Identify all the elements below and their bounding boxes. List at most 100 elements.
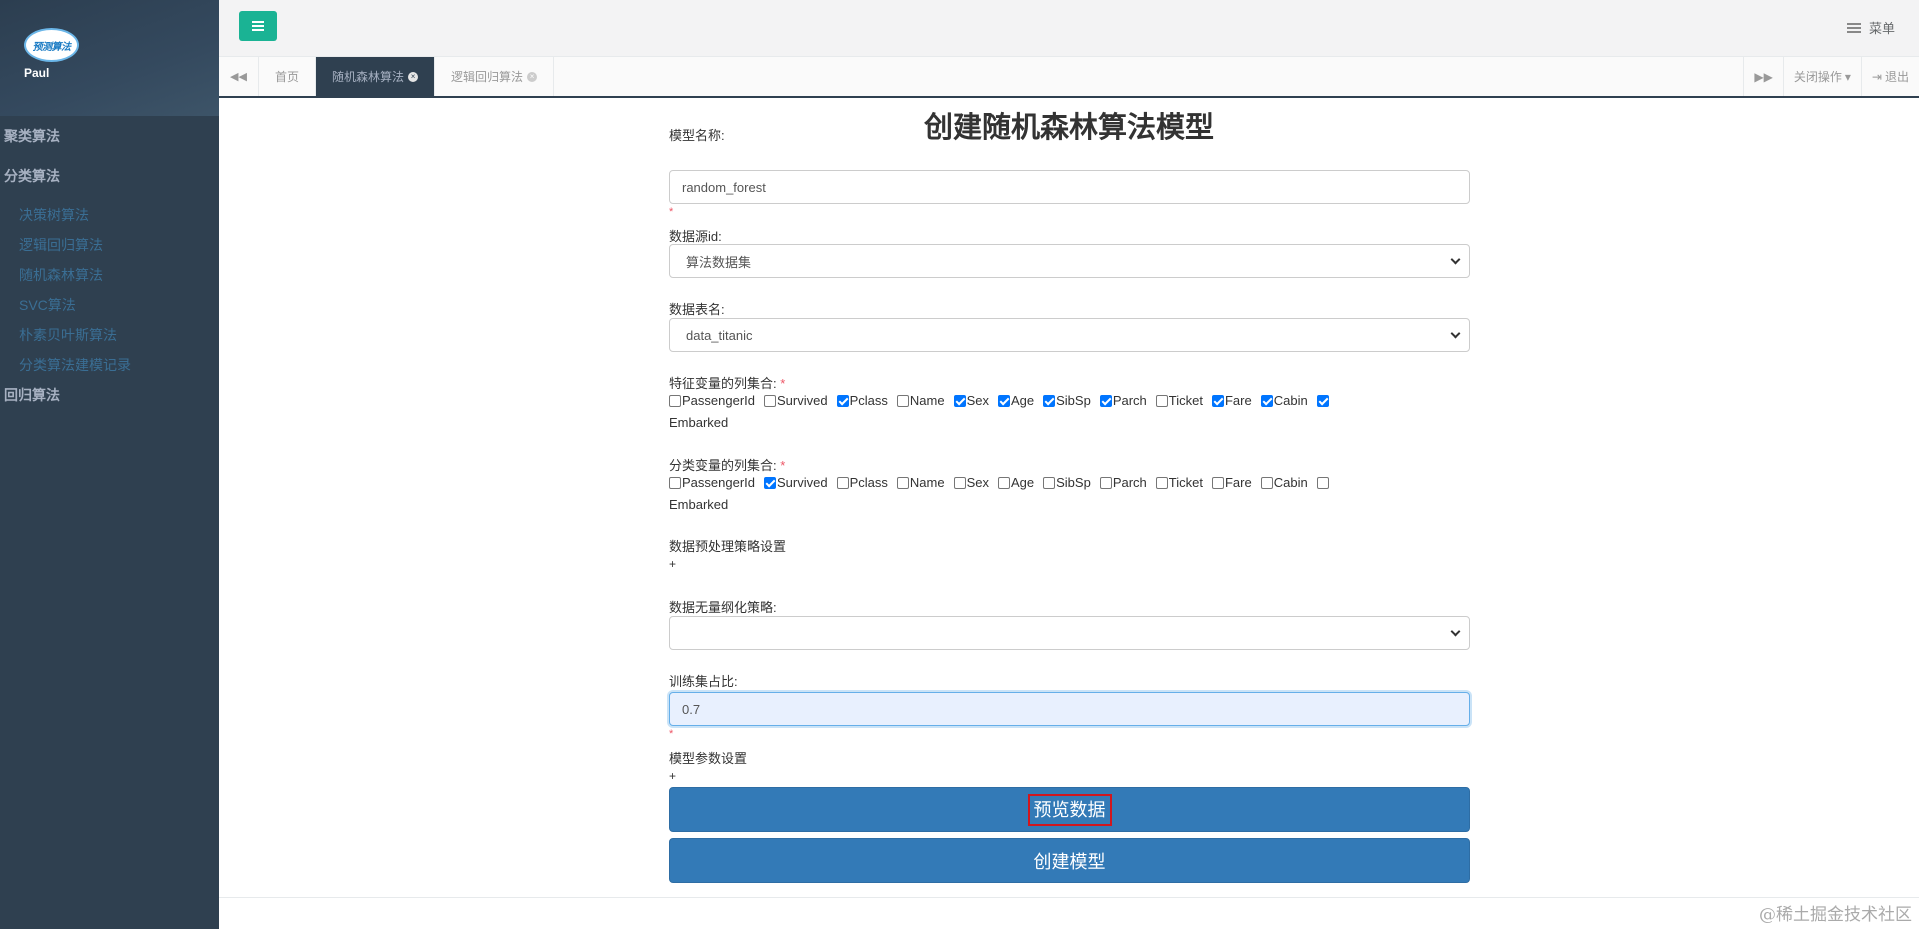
dimless-select[interactable]	[669, 616, 1470, 650]
feature-checkbox[interactable]: Fare	[1211, 391, 1252, 411]
checkbox-box[interactable]	[1316, 395, 1329, 407]
checkbox-box[interactable]	[836, 395, 849, 407]
tab-logistic-regression[interactable]: 逻辑回归算法 ×	[435, 57, 555, 96]
top-menu-label: 菜单	[1868, 21, 1895, 36]
feature-checkbox[interactable]: Name	[896, 391, 945, 411]
sidebar-item-naive-bayes[interactable]: 朴素贝叶斯算法	[0, 320, 219, 350]
footer-divider	[219, 897, 1919, 898]
target-checkbox[interactable]: SibSp	[1043, 473, 1091, 493]
checkbox-box[interactable]	[953, 477, 966, 489]
feature-checkbox[interactable]: Cabin	[1260, 391, 1308, 411]
checkbox-label: Embarked	[669, 415, 729, 430]
feature-checkbox[interactable]: Survived	[764, 391, 828, 411]
menu-toggle-button[interactable]	[239, 11, 277, 41]
checkbox-label: Age	[1010, 393, 1035, 408]
checkbox-box[interactable]	[1155, 395, 1168, 407]
tabs-right-actions: ▶▶ 关闭操作 ▾ ⇥ 退出	[1743, 57, 1919, 96]
add-params-button[interactable]: +	[669, 769, 676, 783]
checkbox-label: PassengerId	[682, 393, 755, 408]
table-select[interactable]: data_titanic	[669, 318, 1470, 352]
checkbox-label: Parch	[1112, 475, 1147, 490]
page-title: 创建随机森林算法模型	[923, 112, 1214, 144]
caret-down-icon: ▾	[1844, 69, 1851, 84]
checkbox-box[interactable]	[1211, 477, 1224, 489]
create-model-button[interactable]: 创建模型	[669, 838, 1470, 883]
target-checkbox[interactable]: Age	[997, 473, 1034, 493]
tab-random-forest[interactable]: 随机森林算法 ×	[316, 57, 436, 96]
target-checkbox[interactable]: Name	[896, 473, 945, 493]
close-operations-dropdown[interactable]: 关闭操作 ▾	[1782, 57, 1861, 96]
checkbox-box[interactable]	[1260, 477, 1273, 489]
target-checkbox[interactable]: PassengerId	[669, 473, 755, 493]
feature-checkbox[interactable]	[1316, 395, 1330, 407]
hamburger-icon	[252, 21, 264, 31]
close-icon[interactable]: ×	[527, 71, 538, 82]
chevron-down-icon	[1450, 254, 1461, 265]
target-checkbox[interactable]: Sex	[953, 473, 989, 493]
sidebar-item-logistic-regression[interactable]: 逻辑回归算法	[0, 230, 219, 260]
tab-label: 逻辑回归算法	[451, 70, 524, 84]
checkbox-box[interactable]	[1316, 477, 1329, 489]
logout-button[interactable]: ⇥ 退出	[1860, 57, 1919, 96]
checkbox-box[interactable]	[953, 395, 966, 407]
target-checkbox[interactable]	[1316, 477, 1330, 489]
close-icon[interactable]: ×	[408, 71, 419, 82]
target-checkbox[interactable]: Pclass	[836, 473, 888, 493]
checkbox-box[interactable]	[1260, 395, 1273, 407]
checkbox-box[interactable]	[1099, 477, 1112, 489]
required-star: *	[669, 206, 674, 218]
target-checkbox[interactable]: Cabin	[1260, 473, 1308, 493]
tab-home[interactable]: 首页	[259, 57, 317, 96]
sidebar-item-svc[interactable]: SVC算法	[0, 290, 219, 320]
tabs-scroll-right-button[interactable]: ▶▶	[1743, 57, 1782, 96]
target-checkbox[interactable]: Fare	[1211, 473, 1252, 493]
preview-data-button[interactable]: 预览数据	[669, 787, 1470, 832]
sidebar-item-classification[interactable]: 分类算法	[0, 156, 219, 196]
tabs-scroll-left-button[interactable]: ◀◀	[219, 57, 259, 96]
checkbox-box[interactable]	[669, 395, 681, 407]
sidebar-item-decision-tree[interactable]: 决策树算法	[0, 200, 219, 230]
target-checkbox[interactable]: Ticket	[1155, 473, 1203, 493]
target-checkbox[interactable]: Parch	[1099, 473, 1147, 493]
checkbox-box[interactable]	[1099, 395, 1112, 407]
checkbox-box[interactable]	[1211, 395, 1224, 407]
checkbox-label: Fare	[1224, 475, 1252, 490]
checkbox-box[interactable]	[896, 395, 909, 407]
sidebar-item-random-forest[interactable]: 随机森林算法	[0, 260, 219, 290]
target-checkbox[interactable]: Survived	[764, 473, 828, 493]
sidebar-item-clustering[interactable]: 聚类算法	[0, 116, 219, 156]
checkbox-box[interactable]	[997, 477, 1010, 489]
checkbox-box[interactable]	[997, 395, 1010, 407]
feature-checkbox[interactable]: Parch	[1099, 391, 1147, 411]
checkbox-box[interactable]	[1043, 395, 1056, 407]
feature-checkbox[interactable]: Sex	[953, 391, 989, 411]
feature-checkbox[interactable]: Age	[997, 391, 1035, 411]
feature-checkbox[interactable]: Pclass	[836, 391, 888, 411]
user-name[interactable]: Paul	[24, 66, 49, 80]
train-ratio-value: 0.7	[682, 701, 701, 717]
params-label: 模型参数设置	[669, 751, 748, 766]
model-name-input[interactable]: random_forest	[669, 170, 1470, 204]
datasource-label: 数据源id:	[669, 229, 722, 244]
checkbox-box[interactable]	[1155, 477, 1168, 489]
sidebar-item-classification-records[interactable]: 分类算法建模记录	[0, 350, 219, 380]
checkbox-box[interactable]	[764, 395, 776, 407]
chevron-down-icon	[1450, 626, 1461, 637]
datasource-select[interactable]: 算法数据集	[669, 244, 1470, 278]
checkbox-box[interactable]	[836, 477, 849, 489]
checkbox-box[interactable]	[764, 477, 776, 489]
required-star: *	[780, 458, 786, 473]
train-ratio-input[interactable]: 0.7	[669, 692, 1470, 726]
sidebar-nav: 聚类算法 分类算法 决策树算法 逻辑回归算法 随机森林算法 SVC算法 朴素贝叶…	[0, 116, 219, 410]
target-columns-label: 分类变量的列集合: *	[669, 455, 785, 474]
dimless-label: 数据无量纲化策略:	[669, 600, 777, 615]
feature-checkbox[interactable]: Ticket	[1155, 391, 1203, 411]
sidebar-item-regression[interactable]: 回归算法	[0, 380, 219, 410]
checkbox-box[interactable]	[1043, 477, 1056, 489]
top-menu[interactable]: 菜单	[1846, 18, 1895, 37]
checkbox-box[interactable]	[896, 477, 909, 489]
feature-checkbox[interactable]: PassengerId	[669, 391, 755, 411]
feature-checkbox[interactable]: SibSp	[1043, 391, 1091, 411]
checkbox-box[interactable]	[669, 477, 681, 489]
add-preprocess-button[interactable]: +	[669, 557, 676, 571]
